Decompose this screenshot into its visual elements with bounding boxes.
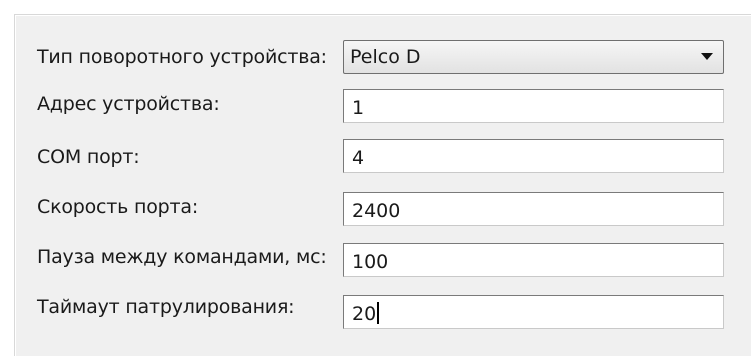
device-type-label: Тип поворотного устройства: — [37, 46, 327, 68]
port-speed-label: Скорость порта: — [37, 196, 199, 218]
command-pause-input[interactable]: 100 — [343, 243, 724, 277]
chevron-down-icon[interactable] — [701, 53, 713, 60]
port-speed-input[interactable]: 2400 — [343, 192, 724, 226]
command-pause-label: Пауза между командами, мс: — [37, 246, 327, 268]
com-port-label: COM порт: — [37, 146, 140, 168]
text-cursor — [377, 302, 380, 324]
patrol-timeout-input[interactable]: 20 — [343, 295, 724, 329]
settings-panel: Тип поворотного устройства: Pelco D Адре… — [14, 14, 751, 356]
port-speed-value: 2400 — [352, 200, 401, 222]
device-address-value: 1 — [352, 97, 365, 119]
com-port-value: 4 — [352, 147, 365, 169]
device-type-select[interactable]: Pelco D — [343, 40, 724, 74]
device-type-value: Pelco D — [350, 46, 421, 68]
patrol-timeout-label: Таймаут патрулирования: — [37, 296, 295, 318]
com-port-input[interactable]: 4 — [343, 139, 724, 173]
command-pause-value: 100 — [352, 251, 389, 273]
device-address-label: Адрес устройства: — [37, 93, 220, 115]
patrol-timeout-value: 20 — [352, 303, 377, 325]
device-address-input[interactable]: 1 — [343, 89, 724, 123]
